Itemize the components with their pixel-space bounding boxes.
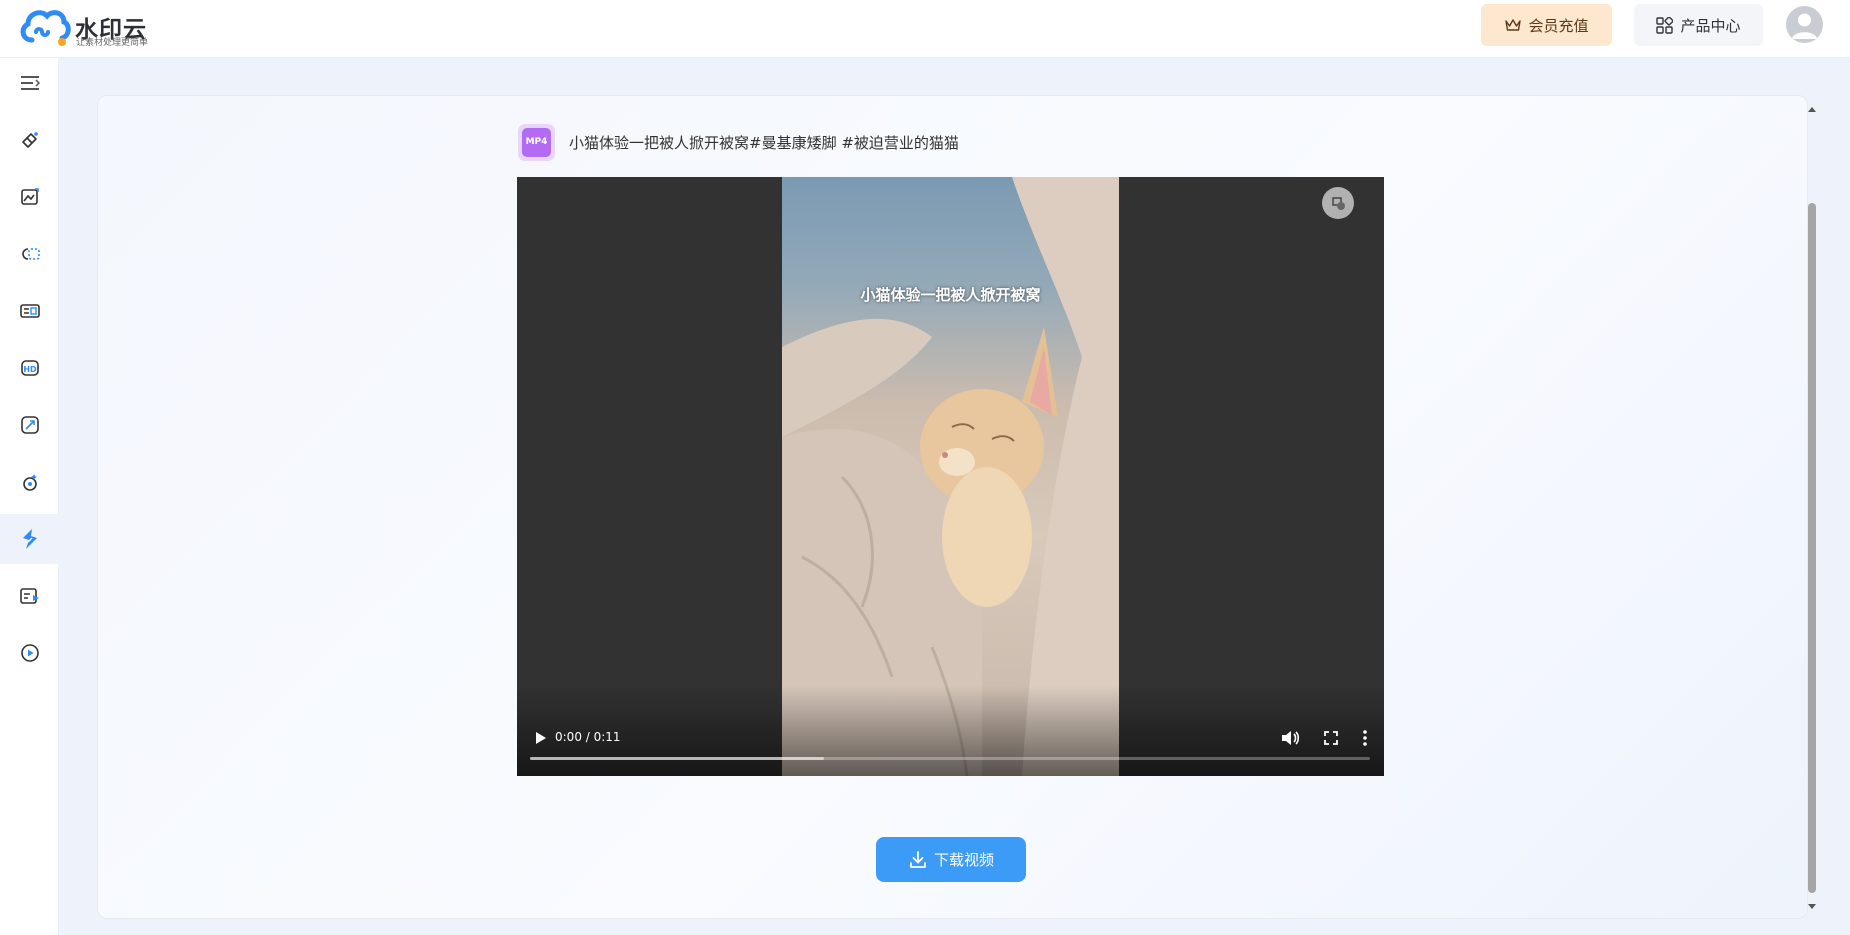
- video-title: 小猫体验一把被人掀开被窝#曼基康矮脚 #被迫营业的猫猫: [569, 133, 959, 152]
- user-avatar[interactable]: [1786, 6, 1823, 43]
- vip-recharge-label: 会员充值: [1528, 16, 1589, 35]
- product-center-label: 产品中心: [1680, 16, 1741, 35]
- sidebar-item-watermark-eraser[interactable]: [0, 115, 59, 165]
- brand-logo[interactable]: 水印云 让素材处理更简单: [18, 6, 168, 52]
- sidebar-item-ai-generate[interactable]: [0, 457, 59, 507]
- ai-generate-icon: [22, 474, 37, 491]
- sidebar-collapse-toggle[interactable]: [0, 58, 59, 108]
- sidebar-item-image-edit[interactable]: [0, 172, 59, 222]
- mp4-badge: MP4: [522, 127, 551, 157]
- more-options-icon[interactable]: [1357, 727, 1373, 749]
- sidebar-item-video-play[interactable]: [0, 628, 59, 678]
- video-buffer-fill: [530, 757, 824, 760]
- video-time: 0:00 / 0:11: [555, 730, 621, 744]
- image-edit-icon: [20, 188, 39, 205]
- grid-apps-icon: [1656, 16, 1674, 34]
- mp4-file-icon: MP4: [518, 123, 555, 161]
- fullscreen-icon[interactable]: [1320, 727, 1342, 749]
- picture-in-picture-button[interactable]: [1322, 187, 1354, 219]
- sidebar-item-hd-enhance[interactable]: HD: [0, 343, 59, 393]
- menu-collapse-icon: [20, 76, 40, 90]
- brand-slogan: 让素材处理更简单: [76, 38, 149, 48]
- play-icon[interactable]: [531, 729, 549, 747]
- sidebar-item-cutout[interactable]: [0, 229, 59, 279]
- user-icon: [1792, 13, 1817, 39]
- tool-sidebar: HD: [0, 58, 59, 935]
- scroll-up-arrow-icon[interactable]: [1806, 104, 1818, 114]
- pip-icon: [1332, 197, 1345, 210]
- sidebar-item-id-photo[interactable]: [0, 286, 59, 336]
- eraser-icon: [21, 132, 38, 148]
- video-progress-bar[interactable]: [530, 757, 1370, 760]
- download-icon: [910, 850, 926, 868]
- controls-backdrop: [517, 686, 1384, 776]
- download-video-label: 下载视频: [933, 851, 994, 869]
- scrollbar-thumb[interactable]: [1808, 203, 1816, 893]
- top-header: 水印云 让素材处理更简单 会员充值 产品中心: [0, 0, 1850, 58]
- cloud-logo-icon: [20, 10, 71, 46]
- sidebar-item-image-resize[interactable]: [0, 400, 59, 450]
- video-edit-icon: [19, 588, 39, 604]
- vertical-scrollbar[interactable]: [1806, 98, 1818, 916]
- id-photo-icon: [19, 304, 40, 318]
- svg-text:HD: HD: [23, 365, 37, 374]
- image-resize-icon: [20, 416, 39, 434]
- scroll-down-arrow-icon[interactable]: [1806, 902, 1818, 912]
- video-play-icon: [20, 644, 39, 662]
- hd-icon: HD: [20, 360, 39, 376]
- product-center-button[interactable]: 产品中心: [1634, 4, 1763, 46]
- volume-icon[interactable]: [1279, 727, 1301, 749]
- cutout-icon: [21, 248, 40, 260]
- crown-icon: [1505, 19, 1522, 31]
- video-player[interactable]: 小猫体验一把被人掀开被窝 0:00 / 0:11: [517, 177, 1384, 776]
- sidebar-item-video-parse[interactable]: [0, 514, 59, 564]
- video-parse-icon: [22, 529, 37, 549]
- sidebar-item-video-edit[interactable]: [0, 571, 59, 621]
- vip-recharge-button[interactable]: 会员充值: [1481, 4, 1612, 46]
- file-info-row: MP4 小猫体验一把被人掀开被窝#曼基康矮脚 #被迫营业的猫猫: [518, 123, 959, 161]
- download-video-button[interactable]: 下载视频: [876, 837, 1026, 882]
- video-overlay-caption: 小猫体验一把被人掀开被窝: [860, 286, 1041, 304]
